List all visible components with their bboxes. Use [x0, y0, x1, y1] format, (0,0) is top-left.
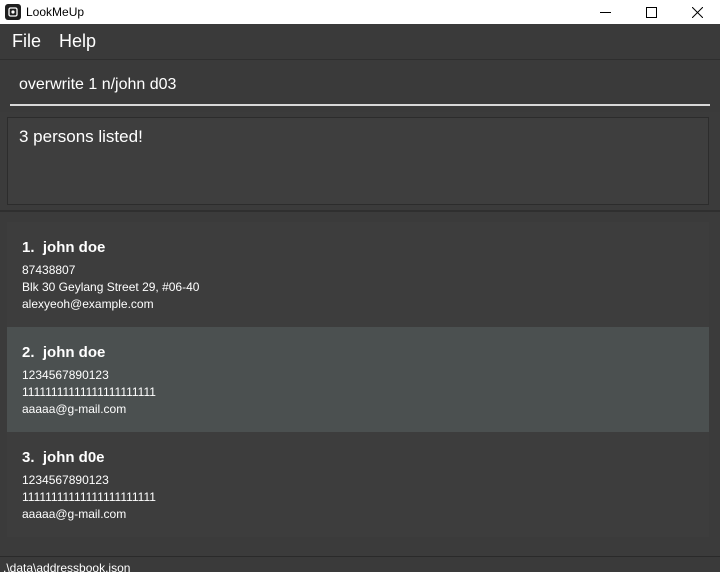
- app-logo-icon: [5, 4, 21, 20]
- person-email-3: aaaaa@g-mail.com: [22, 507, 127, 521]
- person-address-1: Blk 30 Geylang Street 29, #06-40: [22, 280, 200, 294]
- person-phone-2: 1234567890123: [22, 368, 109, 382]
- minimize-icon: [599, 11, 611, 13]
- result-message: 3 persons listed!: [19, 127, 143, 146]
- person-card-1[interactable]: 1. john doe 87438807 Blk 30 Geylang Stre…: [7, 222, 709, 327]
- close-button[interactable]: [674, 0, 720, 24]
- status-bar: .\data\addressbook.json: [0, 556, 720, 572]
- person-email-1: alexyeoh@example.com: [22, 297, 154, 311]
- person-card-3[interactable]: 3. john d0e 1234567890123 11111111111111…: [7, 432, 709, 537]
- window-title: LookMeUp: [26, 5, 85, 19]
- menu-bar: File Help: [0, 24, 720, 60]
- menu-file[interactable]: File: [12, 31, 41, 52]
- save-location: .\data\addressbook.json: [3, 561, 131, 572]
- menu-help[interactable]: Help: [59, 31, 96, 52]
- person-phone-1: 87438807: [22, 263, 76, 277]
- result-display: 3 persons listed!: [7, 117, 709, 205]
- person-name-1: 1. john doe: [22, 239, 106, 256]
- command-box: [0, 60, 720, 112]
- window-controls: [582, 0, 720, 24]
- person-phone-3: 1234567890123: [22, 473, 109, 487]
- minimize-button[interactable]: [582, 0, 628, 24]
- person-address-3: 11111111111111111111111: [22, 490, 156, 504]
- person-email-2: aaaaa@g-mail.com: [22, 402, 127, 416]
- person-card-2[interactable]: 2. john doe 1234567890123 11111111111111…: [7, 327, 709, 432]
- person-address-2: 11111111111111111111111: [22, 385, 156, 399]
- maximize-icon: [645, 6, 657, 18]
- person-name-3: 3. john d0e: [22, 449, 105, 466]
- maximize-button[interactable]: [628, 0, 674, 24]
- close-icon: [691, 6, 703, 18]
- command-input[interactable]: [10, 66, 710, 106]
- person-name-2: 2. john doe: [22, 344, 106, 361]
- person-list: 1. john doe 87438807 Blk 30 Geylang Stre…: [0, 212, 720, 556]
- window-titlebar: LookMeUp: [0, 0, 720, 24]
